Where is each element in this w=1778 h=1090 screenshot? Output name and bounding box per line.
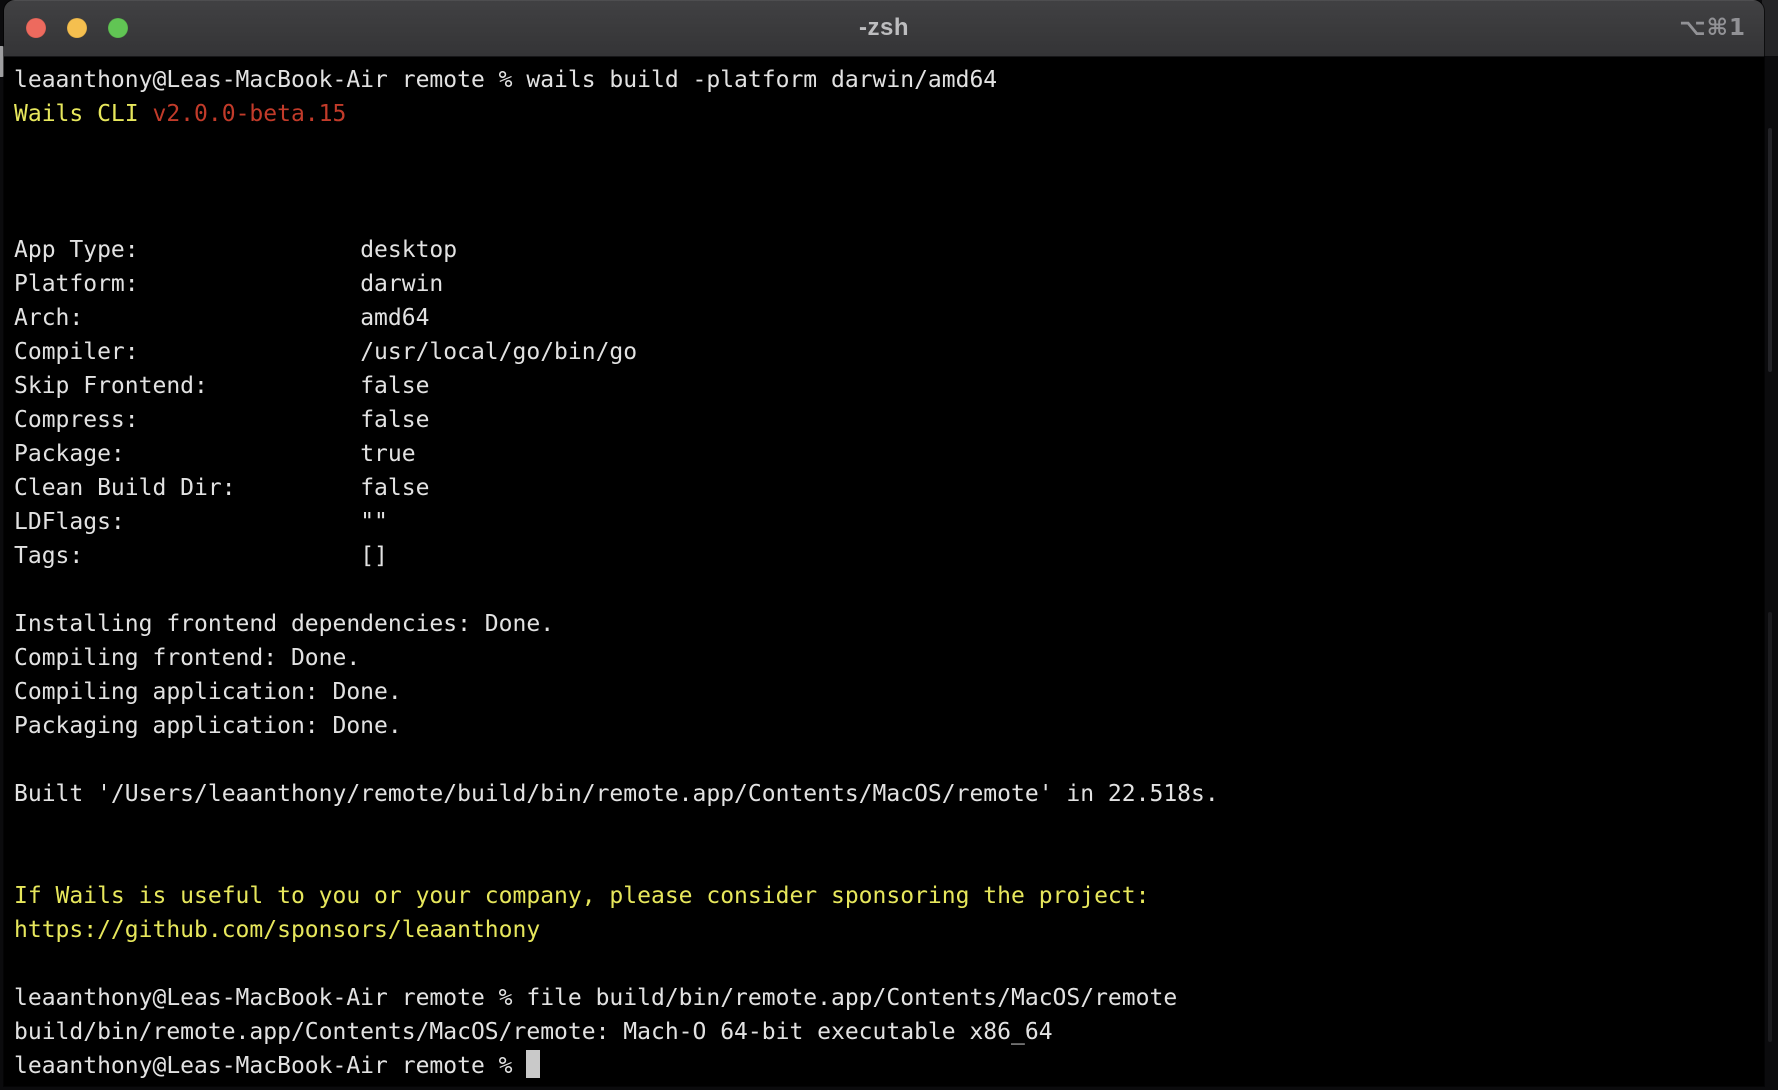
terminal-text: Skip Frontend: [14,373,360,399]
terminal-text: "" [360,509,388,535]
tab-shortcut-badge: ⌥⌘1 [1679,0,1746,56]
terminal-text: Tags: [14,543,360,569]
terminal-text: desktop [360,237,457,263]
background-window-sliver [1762,0,1778,56]
terminal-text: false [360,407,429,433]
terminal-text: Compiling frontend: Done. [14,645,360,671]
terminal-text: leaanthony@Leas-MacBook-Air remote % fil… [14,985,1177,1011]
terminal-line: Compress: false [14,403,1764,437]
terminal-text: amd64 [360,305,429,331]
terminal-text: false [360,373,429,399]
terminal-text: https://github.com/sponsors/leaanthony [14,917,540,943]
terminal-line [14,743,1764,777]
terminal-line: https://github.com/sponsors/leaanthony [14,913,1764,947]
terminal-output[interactable]: leaanthony@Leas-MacBook-Air remote % wai… [4,57,1764,1086]
terminal-text: darwin [360,271,443,297]
terminal-line: Skip Frontend: false [14,369,1764,403]
terminal-line: Installing frontend dependencies: Done. [14,607,1764,641]
terminal-text: Compress: [14,407,360,433]
terminal-text: Compiler: [14,339,360,365]
terminal-line: Built '/Users/leaanthony/remote/build/bi… [14,777,1764,811]
terminal-line: leaanthony@Leas-MacBook-Air remote % wai… [14,63,1764,97]
terminal-text: true [360,441,415,467]
close-button[interactable] [26,18,46,38]
terminal-text: Compiling application: Done. [14,679,402,705]
terminal-line: If Wails is useful to you or your compan… [14,879,1764,913]
terminal-line: Arch: amd64 [14,301,1764,335]
terminal-text: LDFlags: [14,509,360,535]
terminal-line: leaanthony@Leas-MacBook-Air remote % [14,1049,1764,1083]
terminal-line: LDFlags: "" [14,505,1764,539]
title-bar[interactable]: -zsh ⌥⌘1 [4,0,1764,57]
terminal-line: leaanthony@Leas-MacBook-Air remote % fil… [14,981,1764,1015]
terminal-line [14,131,1764,165]
terminal-line: Compiler: /usr/local/go/bin/go [14,335,1764,369]
terminal-text: App Type: [14,237,360,263]
terminal-line: build/bin/remote.app/Contents/MacOS/remo… [14,1015,1764,1049]
terminal-text: false [360,475,429,501]
terminal-text: [] [360,543,388,569]
terminal-line: Packaging application: Done. [14,709,1764,743]
terminal-line [14,947,1764,981]
terminal-line [14,165,1764,199]
window-title: -zsh [4,14,1764,42]
terminal-line [14,573,1764,607]
terminal-text: Packaging application: Done. [14,713,402,739]
terminal-text: leaanthony@Leas-MacBook-Air remote % wai… [14,67,997,93]
terminal-text: If Wails is useful to you or your compan… [14,883,1149,909]
terminal-line [14,811,1764,845]
terminal-line: Wails CLI v2.0.0-beta.15 [14,97,1764,131]
terminal-line [14,199,1764,233]
zoom-button[interactable] [108,18,128,38]
terminal-text: v2.0.0-beta.15 [152,101,346,127]
terminal-text: Clean Build Dir: [14,475,360,501]
terminal-text: leaanthony@Leas-MacBook-Air remote % [14,1053,526,1079]
minimize-button[interactable] [67,18,87,38]
terminal-line: Platform: darwin [14,267,1764,301]
terminal-text: Package: [14,441,360,467]
background-window-sliver [1768,128,1772,372]
terminal-text: Platform: [14,271,360,297]
terminal-line: Compiling application: Done. [14,675,1764,709]
traffic-lights [26,0,128,56]
terminal-text: Wails CLI [14,101,152,127]
terminal-line: Clean Build Dir: false [14,471,1764,505]
terminal-line: Tags: [] [14,539,1764,573]
text-cursor [526,1050,540,1078]
terminal-text: Built '/Users/leaanthony/remote/build/bi… [14,781,1219,807]
background-window-sliver [1768,612,1772,1042]
terminal-text: Arch: [14,305,360,331]
terminal-line: App Type: desktop [14,233,1764,267]
terminal-line: Compiling frontend: Done. [14,641,1764,675]
terminal-text: /usr/local/go/bin/go [360,339,637,365]
terminal-line [14,845,1764,879]
terminal-window: -zsh ⌥⌘1 leaanthony@Leas-MacBook-Air rem… [4,0,1764,1086]
terminal-text: build/bin/remote.app/Contents/MacOS/remo… [14,1019,1053,1045]
desktop: -zsh ⌥⌘1 leaanthony@Leas-MacBook-Air rem… [0,0,1778,1090]
terminal-line: Package: true [14,437,1764,471]
terminal-text: Installing frontend dependencies: Done. [14,611,554,637]
